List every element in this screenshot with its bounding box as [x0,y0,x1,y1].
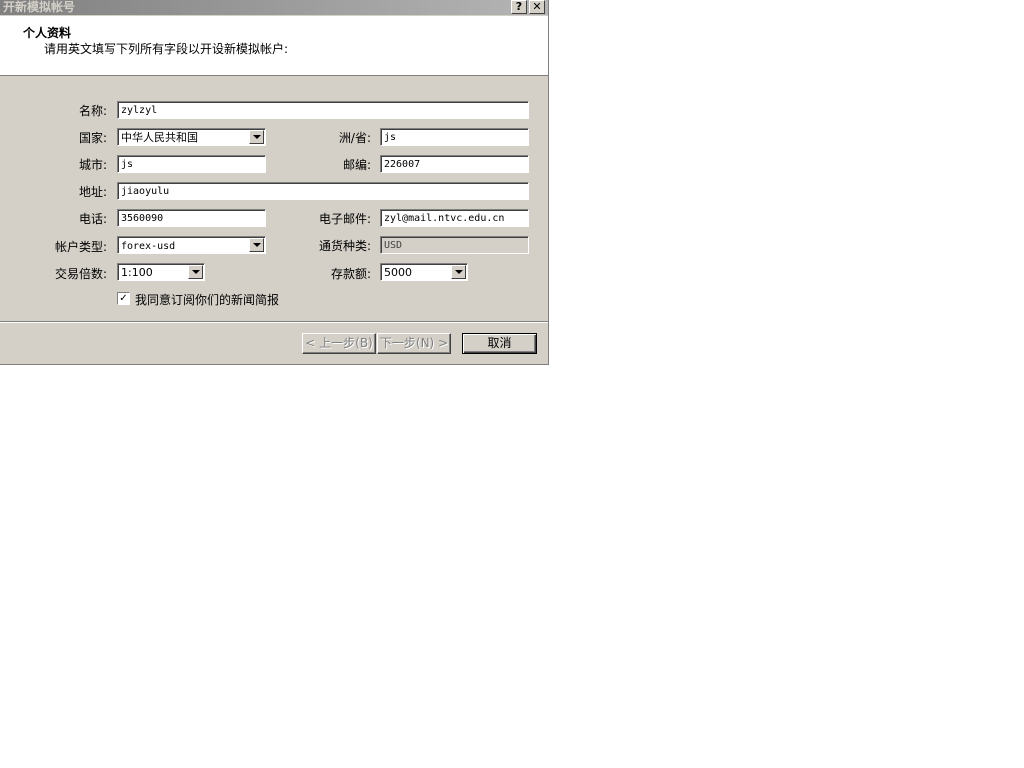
city-label: 城市: [78,158,107,172]
leverage-label: 交易倍数: [54,267,107,281]
phone-label: 电话: [78,212,107,226]
address-label: 地址: [78,185,107,199]
deposit-label: 存款额: [330,267,371,281]
city-input[interactable]: js [117,155,266,173]
country-select-value: 中华人民共和国 [121,131,198,144]
account-type-select[interactable]: forex-usd [117,236,266,254]
country-label: 国家: [78,131,107,145]
close-button[interactable]: ✕ [529,0,545,14]
new-demo-account-dialog: 开新模拟帐号 ? ✕ 个人资料 请用英文填写下列所有字段以开设新模拟帐户: 名称… [0,0,549,365]
currency-label: 通货种类: [318,239,371,253]
newsletter-label[interactable]: 我同意订阅你们的新闻简报 [135,291,279,308]
currency-field: USD [380,236,529,254]
zip-input[interactable]: 226007 [380,155,529,173]
chevron-down-icon[interactable] [188,265,203,279]
name-label: 名称: [78,104,107,118]
chevron-down-icon[interactable] [249,130,264,144]
cancel-button[interactable]: 取消 [462,333,537,354]
help-button[interactable]: ? [511,0,527,14]
leverage-select-value: 1:100 [121,266,153,279]
address-input[interactable]: jiaoyulu [117,182,529,200]
state-input[interactable]: js [380,128,529,146]
newsletter-checkbox[interactable]: ✓ [117,292,130,305]
account-type-select-value: forex-usd [121,241,176,252]
divider-highlight [0,322,548,323]
page-subtitle: 请用英文填写下列所有字段以开设新模拟帐户: [44,42,289,56]
title-bar[interactable]: 开新模拟帐号 ? ✕ [0,0,548,15]
chevron-down-icon[interactable] [451,265,466,279]
email-label: 电子邮件: [318,212,371,226]
state-label: 洲/省: [338,131,371,145]
leverage-select[interactable]: 1:100 [117,263,205,281]
window-title: 开新模拟帐号 [3,0,76,14]
zip-label: 邮编: [342,158,371,172]
account-type-label: 帐户类型: [54,240,107,254]
deposit-select[interactable]: 5000 [380,263,468,281]
phone-input[interactable]: 3560090 [117,209,266,227]
deposit-select-value: 5000 [384,266,412,279]
email-input[interactable]: zyl@mail.ntvc.edu.cn [380,209,529,227]
country-select[interactable]: 中华人民共和国 [117,128,266,146]
page-title: 个人资料 [23,26,72,40]
back-button[interactable]: < 上一步(B) [302,333,376,354]
next-button[interactable]: 下一步(N) > [377,333,451,354]
header-panel: 个人资料 请用英文填写下列所有字段以开设新模拟帐户: [0,16,548,76]
name-input[interactable]: zylzyl [117,101,529,119]
chevron-down-icon[interactable] [249,238,264,252]
